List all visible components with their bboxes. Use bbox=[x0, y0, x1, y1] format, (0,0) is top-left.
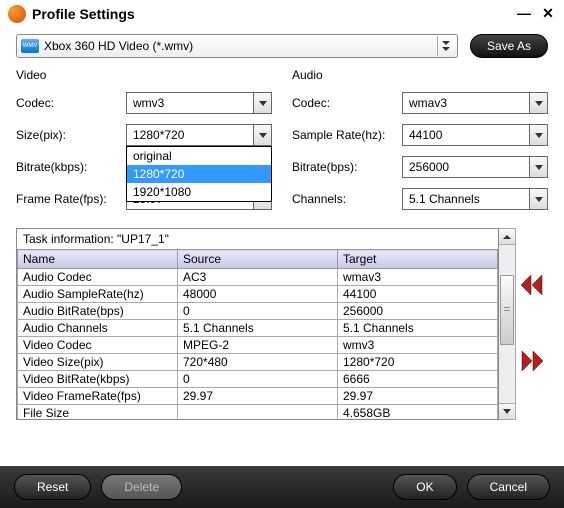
save-as-button[interactable]: Save As bbox=[470, 34, 548, 58]
audio-bitrate-combo[interactable]: 256000 bbox=[402, 156, 548, 178]
task-info-title: Task information: "UP17_1" bbox=[17, 229, 498, 249]
chevron-down-icon[interactable] bbox=[529, 157, 547, 177]
scroll-up-icon[interactable] bbox=[499, 229, 515, 245]
chevron-down-icon[interactable] bbox=[253, 93, 271, 113]
video-framerate-label: Frame Rate(fps): bbox=[16, 192, 126, 206]
chevron-down-icon[interactable] bbox=[529, 189, 547, 209]
table-header: Name bbox=[18, 250, 178, 269]
audio-section-title: Audio bbox=[292, 68, 548, 82]
table-row: Video Size(pix)720*4801280*720 bbox=[18, 354, 498, 371]
table-row: Video BitRate(kbps)06666 bbox=[18, 371, 498, 388]
size-option-1280[interactable]: 1280*720 bbox=[127, 165, 271, 183]
table-row: File Size4.658GB bbox=[18, 405, 498, 421]
video-codec-label: Codec: bbox=[16, 96, 126, 110]
profile-select[interactable]: WMV Xbox 360 HD Video (*.wmv) bbox=[16, 34, 458, 58]
scroll-down-icon[interactable] bbox=[499, 403, 515, 419]
chevron-down-icon[interactable] bbox=[529, 93, 547, 113]
ok-button[interactable]: OK bbox=[393, 474, 456, 500]
chevron-down-icon[interactable] bbox=[529, 125, 547, 145]
video-size-label: Size(pix): bbox=[16, 128, 126, 142]
table-header: Target bbox=[338, 250, 498, 269]
cancel-button[interactable]: Cancel bbox=[467, 474, 550, 500]
scroll-track[interactable] bbox=[499, 245, 515, 403]
audio-codec-combo[interactable]: wmav3 bbox=[402, 92, 548, 114]
video-codec-combo[interactable]: wmv3 bbox=[126, 92, 272, 114]
video-size-dropdown[interactable]: original 1280*720 1920*1080 bbox=[126, 146, 272, 202]
scrollbar[interactable] bbox=[499, 228, 516, 420]
chevron-down-icon[interactable] bbox=[253, 125, 271, 145]
audio-samplerate-combo[interactable]: 44100 bbox=[402, 124, 548, 146]
audio-samplerate-label: Sample Rate(hz): bbox=[292, 128, 402, 142]
size-option-original[interactable]: original bbox=[127, 147, 271, 165]
table-row: Audio CodecAC3wmav3 bbox=[18, 269, 498, 286]
prev-arrow-icon[interactable] bbox=[520, 275, 544, 298]
profile-text: Xbox 360 HD Video (*.wmv) bbox=[44, 39, 437, 53]
scroll-thumb[interactable] bbox=[500, 275, 514, 345]
video-section-title: Video bbox=[16, 68, 272, 82]
next-arrow-icon[interactable] bbox=[520, 351, 544, 374]
audio-channels-combo[interactable]: 5.1 Channels bbox=[402, 188, 548, 210]
app-icon bbox=[8, 5, 26, 23]
table-row: Audio Channels5.1 Channels5.1 Channels bbox=[18, 320, 498, 337]
table-row: Audio BitRate(bps)0256000 bbox=[18, 303, 498, 320]
chevron-down-icon[interactable] bbox=[437, 36, 455, 56]
minimize-button[interactable]: — bbox=[516, 6, 532, 22]
wmv-icon: WMV bbox=[21, 39, 39, 53]
audio-bitrate-label: Bitrate(bps): bbox=[292, 160, 402, 174]
table-row: Audio SampleRate(hz)4800044100 bbox=[18, 286, 498, 303]
video-size-combo[interactable]: 1280*720 bbox=[126, 124, 272, 146]
audio-channels-label: Channels: bbox=[292, 192, 402, 206]
reset-button[interactable]: Reset bbox=[14, 474, 91, 500]
delete-button[interactable]: Delete bbox=[101, 474, 182, 500]
task-info-panel: Task information: "UP17_1" NameSourceTar… bbox=[16, 228, 499, 420]
video-bitrate-label: Bitrate(kbps): bbox=[16, 160, 126, 174]
window-title: Profile Settings bbox=[32, 6, 508, 22]
table-header: Source bbox=[178, 250, 338, 269]
task-info-table: NameSourceTarget Audio CodecAC3wmav3Audi… bbox=[17, 249, 498, 420]
table-row: Video FrameRate(fps)29.9729.97 bbox=[18, 388, 498, 405]
size-option-1920[interactable]: 1920*1080 bbox=[127, 183, 271, 201]
close-button[interactable]: ✕ bbox=[540, 6, 556, 22]
audio-codec-label: Codec: bbox=[292, 96, 402, 110]
table-row: Video CodecMPEG-2wmv3 bbox=[18, 337, 498, 354]
